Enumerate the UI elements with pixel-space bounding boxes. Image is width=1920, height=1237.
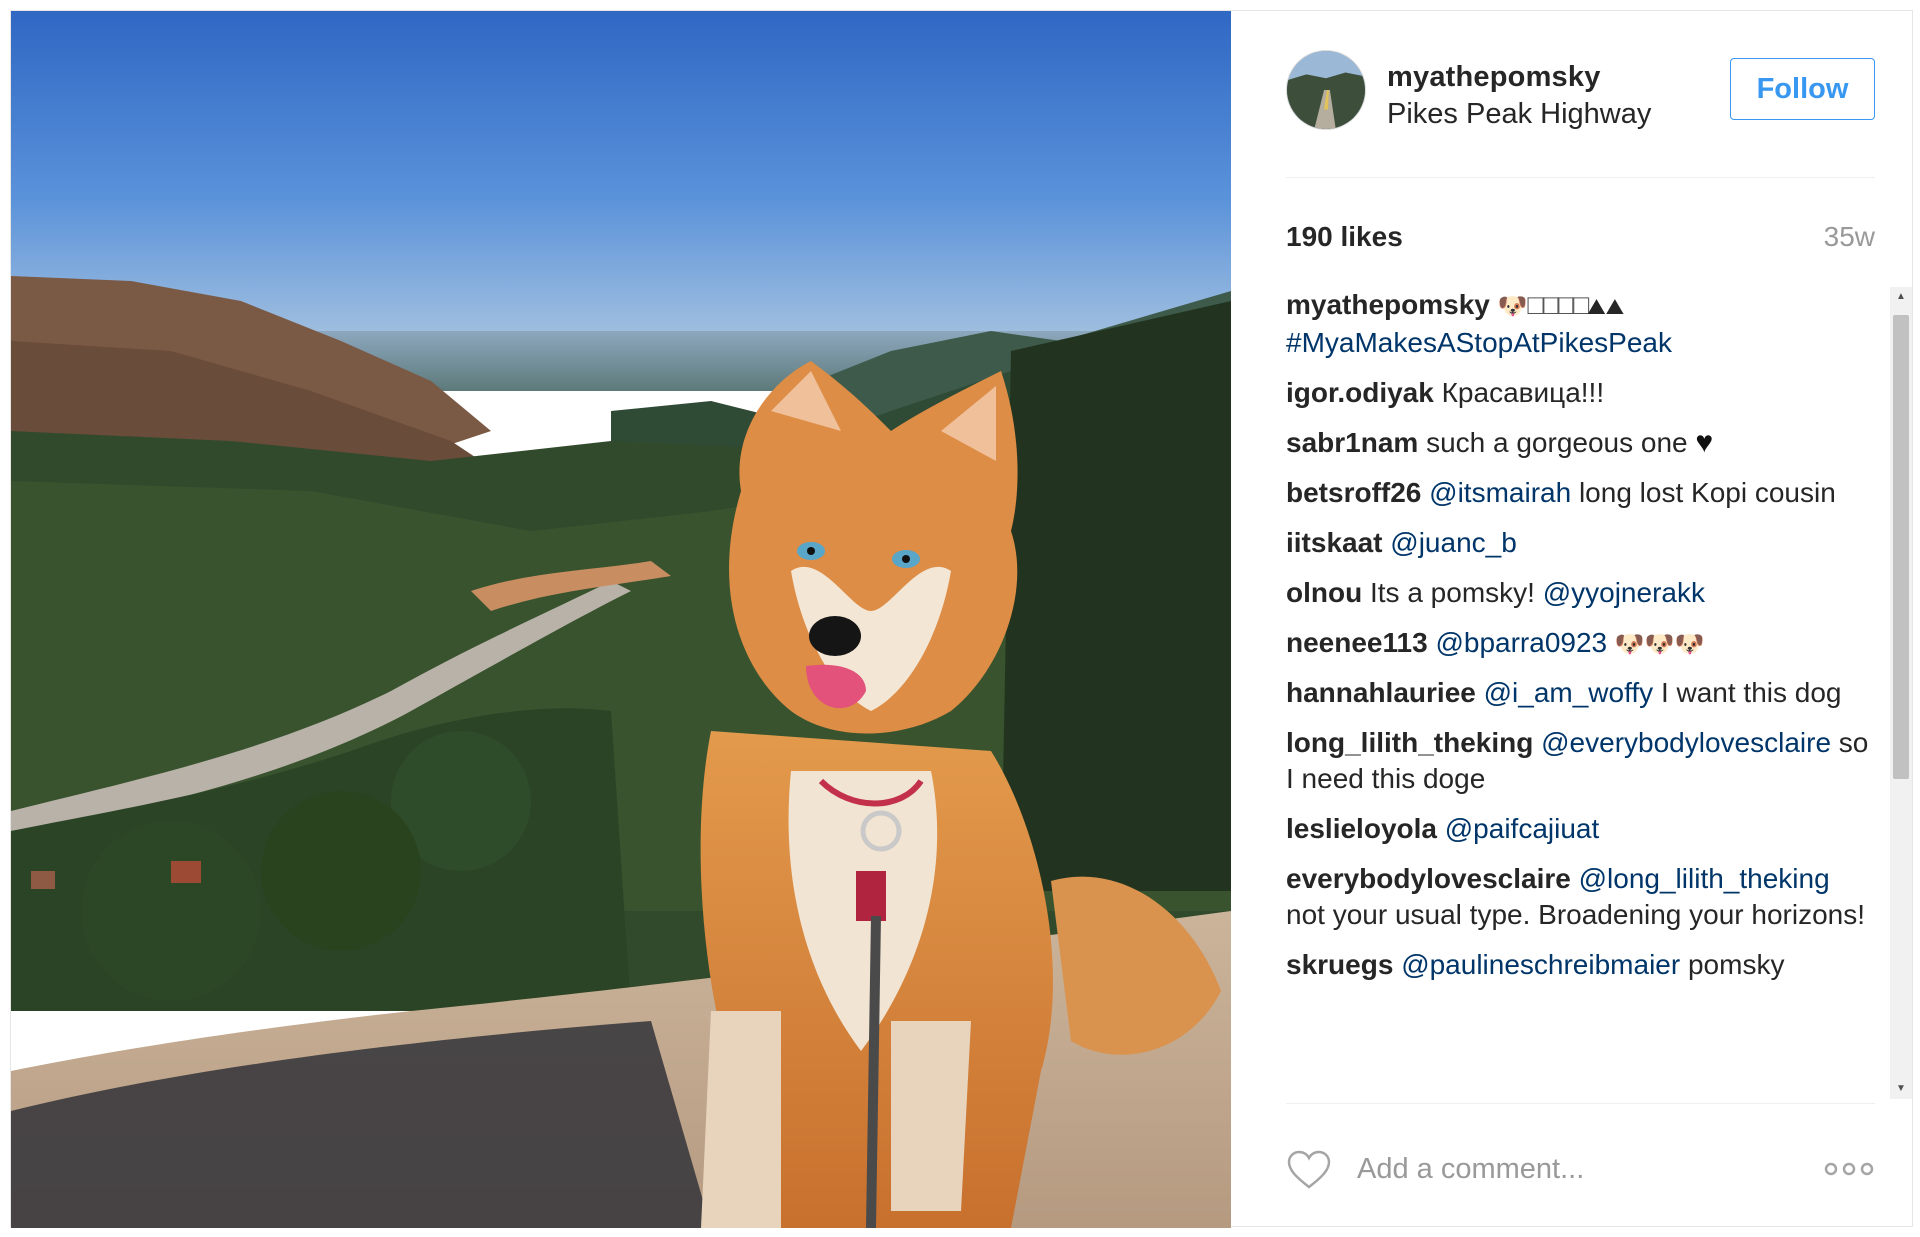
post-sidebar: myathepomsky Pikes Peak Highway Follow 1… — [1231, 11, 1914, 1228]
comment-mention[interactable]: @paulineschreibmaier — [1401, 949, 1680, 980]
comment-username[interactable]: neenee113 — [1286, 627, 1428, 658]
comment-text: not your usual type. Broadening your hor… — [1286, 899, 1866, 930]
comment-username[interactable]: skruegs — [1286, 949, 1393, 980]
comment-item: olnou Its a pomsky! @yyojnerakk — [1286, 575, 1876, 611]
comment-text: Its a pomsky! — [1369, 577, 1535, 608]
comment-item: leslieloyola @paifcajiuat — [1286, 811, 1876, 847]
comment-mention[interactable]: @i_am_woffy — [1484, 677, 1654, 708]
comment-username[interactable]: iitskaat — [1286, 527, 1383, 558]
comment-bar — [1231, 1103, 1914, 1228]
comment-text: pomsky — [1687, 949, 1785, 980]
scrollbar-thumb[interactable] — [1893, 315, 1909, 779]
comment-mention[interactable]: @everybodylovesclaire — [1541, 727, 1831, 758]
comments-list[interactable]: myathepomsky 🐶□□□□⛰⛰ #MyaMakesAStopAtPik… — [1286, 287, 1876, 1099]
comment-mention[interactable]: @paifcajiuat — [1445, 813, 1600, 844]
post-location[interactable]: Pikes Peak Highway — [1387, 98, 1651, 131]
heart-outline-icon[interactable] — [1286, 1150, 1332, 1190]
caption: myathepomsky 🐶□□□□⛰⛰ #MyaMakesAStopAtPik… — [1286, 287, 1876, 361]
comment-item: igor.odiyak Красавица!!! — [1286, 375, 1876, 411]
post-timestamp[interactable]: 35w — [1811, 221, 1875, 253]
post-photo[interactable] — [11, 11, 1231, 1228]
dog-emoji-icon: 🐶 — [1497, 292, 1528, 320]
comment-username[interactable]: everybodylovesclaire — [1286, 863, 1571, 894]
comment-username[interactable]: olnou — [1286, 577, 1362, 608]
scroll-up-arrow-icon[interactable]: ▲ — [1890, 287, 1912, 307]
avatar-image — [1287, 51, 1365, 129]
comment-item: everybodylovesclaire @long_lilith_thekin… — [1286, 861, 1876, 933]
mountain-emoji-icon: ⛰⛰ — [1587, 294, 1625, 319]
caption-boxes: □□□□ — [1527, 289, 1590, 320]
comment-item: iitskaat @juanc_b — [1286, 525, 1876, 561]
post-modal: myathepomsky Pikes Peak Highway Follow 1… — [10, 10, 1914, 1228]
caption-username[interactable]: myathepomsky — [1286, 289, 1490, 320]
post-header: myathepomsky Pikes Peak Highway Follow — [1231, 11, 1914, 177]
comment-username[interactable]: betsroff26 — [1286, 477, 1421, 508]
comment-username[interactable]: igor.odiyak — [1286, 377, 1434, 408]
dog-mountain-photo — [11, 11, 1231, 1228]
comment-mention[interactable]: @yyojnerakk — [1543, 577, 1705, 608]
comment-username[interactable]: leslieloyola — [1286, 813, 1437, 844]
comment-item: betsroff26 @itsmairah long lost Kopi cou… — [1286, 475, 1876, 511]
comment-mention[interactable]: @itsmairah — [1429, 477, 1571, 508]
comment-text: such a gorgeous one — [1426, 427, 1688, 458]
more-options-icon[interactable] — [1823, 1159, 1875, 1179]
comments-scrollbar[interactable]: ▲ ▼ — [1890, 287, 1912, 1099]
post-username[interactable]: myathepomsky — [1387, 61, 1601, 94]
caption-hashtag[interactable]: #MyaMakesAStopAtPikesPeak — [1286, 327, 1672, 358]
comment-item: sabr1nam such a gorgeous one ♥ — [1286, 425, 1876, 461]
follow-button[interactable]: Follow — [1730, 58, 1875, 120]
comment-item: long_lilith_theking @everybodylovesclair… — [1286, 725, 1876, 797]
comment-username[interactable]: hannahlauriee — [1286, 677, 1476, 708]
comment-mention[interactable]: @juanc_b — [1390, 527, 1517, 558]
comment-item: neenee113 @bparra0923 🐶🐶🐶 — [1286, 625, 1876, 661]
comment-mention[interactable]: @bparra0923 — [1435, 627, 1607, 658]
comment-item: hannahlauriee @i_am_woffy I want this do… — [1286, 675, 1876, 711]
scroll-down-arrow-icon[interactable]: ▼ — [1890, 1079, 1912, 1099]
comment-mention[interactable]: @long_lilith_theking — [1579, 863, 1830, 894]
avatar[interactable] — [1286, 50, 1366, 130]
comment-item: skruegs @paulineschreibmaier pomsky — [1286, 947, 1876, 983]
comment-text: long lost Kopi cousin — [1578, 477, 1836, 508]
header-divider — [1286, 177, 1875, 178]
likes-count[interactable]: 190 likes — [1286, 221, 1403, 253]
comment-text: Красавица!!! — [1441, 377, 1605, 408]
dog-emoji-icon: 🐶🐶🐶 — [1614, 630, 1705, 658]
comment-username[interactable]: long_lilith_theking — [1286, 727, 1533, 758]
comment-text: I want this dog — [1660, 677, 1842, 708]
add-comment-input[interactable] — [1357, 1147, 1797, 1191]
comment-username[interactable]: sabr1nam — [1286, 427, 1418, 458]
heart-emoji-icon: ♥ — [1695, 426, 1714, 459]
